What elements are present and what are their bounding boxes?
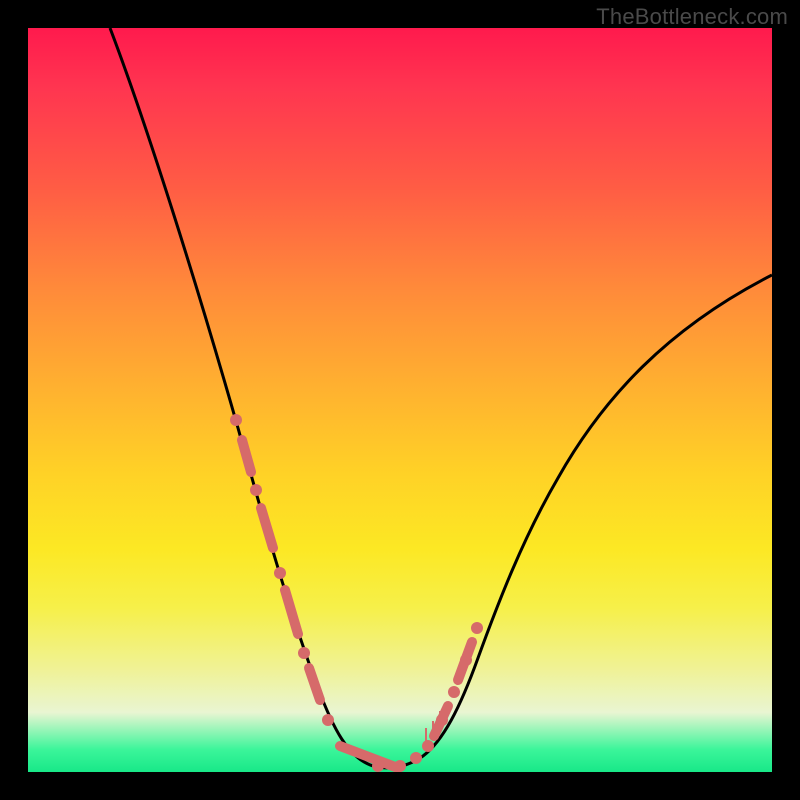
marker-dot (372, 760, 384, 772)
marker-dot (298, 647, 310, 659)
marker-dot (274, 567, 286, 579)
chart-plot-area (28, 28, 772, 772)
marker-seg (285, 590, 298, 634)
marker-dot (422, 740, 434, 752)
marker-dot (322, 714, 334, 726)
marker-dot (471, 622, 483, 634)
marker-dot (460, 654, 472, 666)
bottleneck-curve (28, 28, 772, 772)
marker-dot (448, 686, 460, 698)
marker-dot (410, 752, 422, 764)
marker-dot (230, 414, 242, 426)
marker-seg (309, 668, 320, 700)
marker-dot (394, 760, 406, 772)
marker-seg (261, 508, 273, 548)
watermark-text: TheBottleneck.com (596, 4, 788, 30)
curve-path (110, 28, 772, 768)
marker-dot (250, 484, 262, 496)
marker-dot (436, 714, 448, 726)
marker-seg (242, 440, 251, 472)
